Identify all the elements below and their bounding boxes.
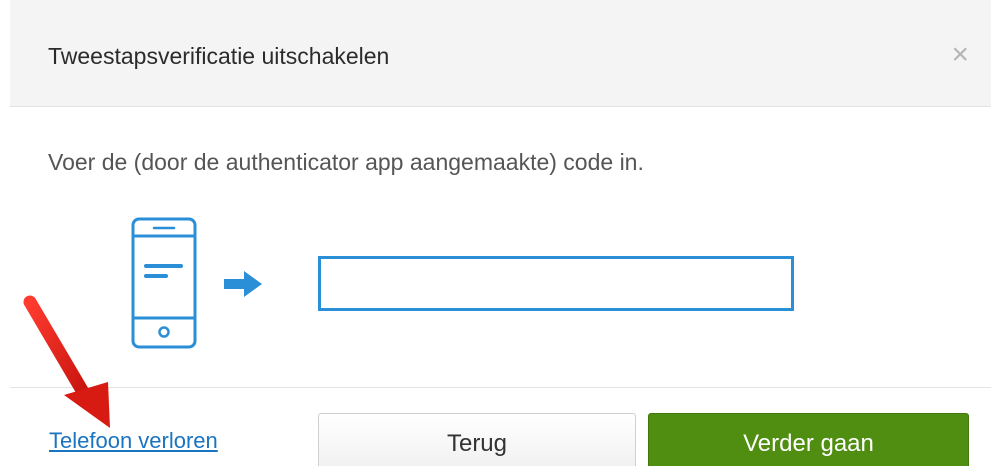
- continue-button[interactable]: Verder gaan: [648, 413, 969, 466]
- arrow-right-icon: [224, 271, 262, 297]
- smartphone-icon: [131, 217, 197, 349]
- disable-2fa-dialog: Tweestapsverificatie uitschakelen × Voer…: [0, 0, 991, 466]
- instruction-text: Voer de (door de authenticator app aange…: [48, 149, 644, 175]
- dialog-header: Tweestapsverificatie uitschakelen ×: [10, 0, 991, 107]
- footer-divider: [10, 387, 991, 388]
- close-icon[interactable]: ×: [951, 40, 969, 70]
- dialog-title: Tweestapsverificatie uitschakelen: [48, 43, 390, 69]
- authenticator-code-input[interactable]: [318, 256, 794, 311]
- back-button[interactable]: Terug: [318, 413, 636, 466]
- lost-phone-link[interactable]: Telefoon verloren: [49, 428, 218, 454]
